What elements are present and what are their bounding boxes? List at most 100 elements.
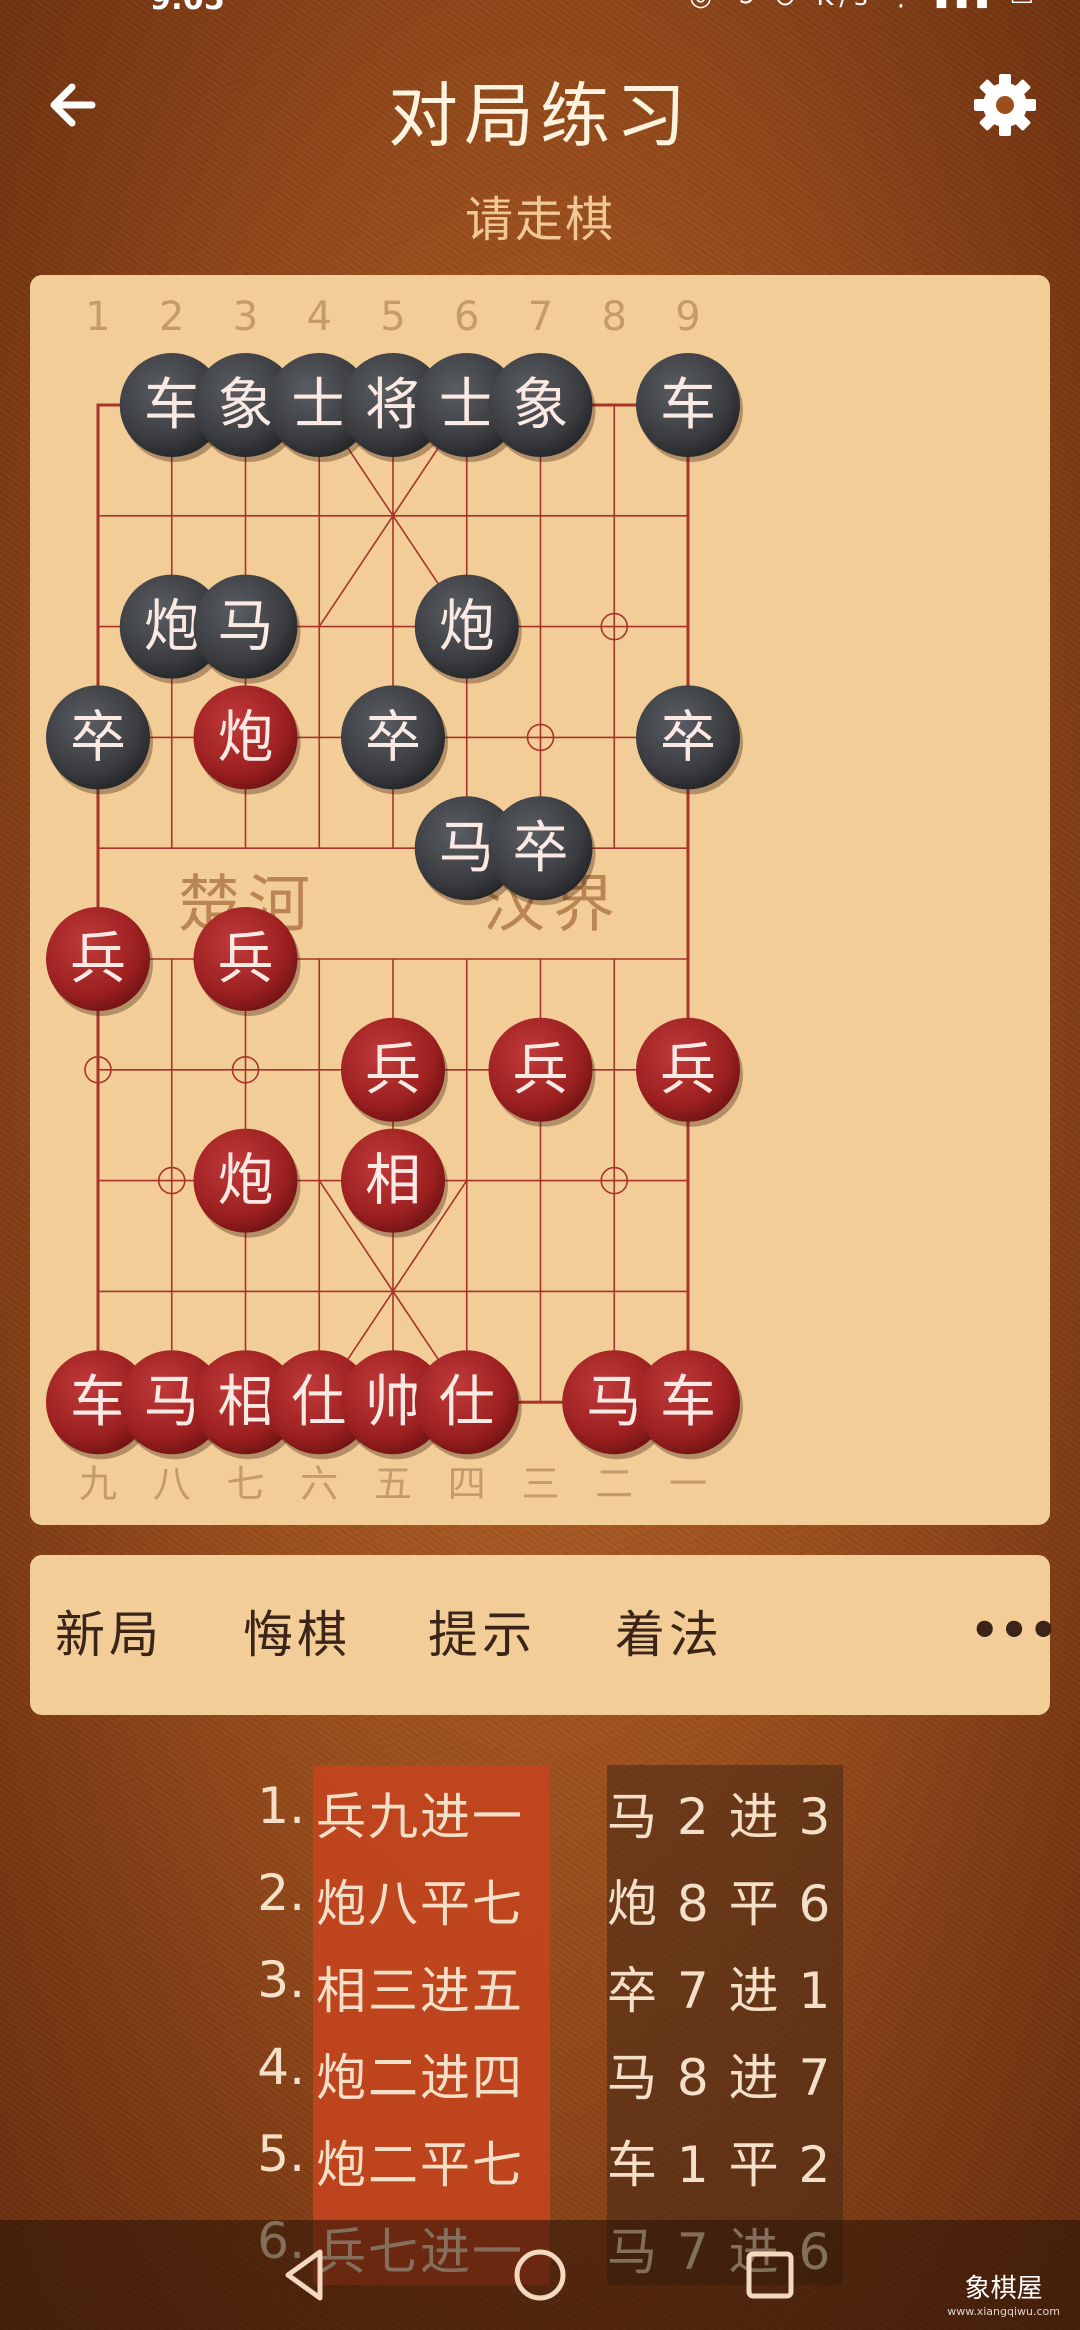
move-row[interactable]: 4. 炮二进四 马 8 进 7 [0,2026,1080,2113]
hint-button[interactable]: 提示 [428,1555,536,1715]
piece-label: 车 [660,1370,716,1435]
piece-label: 炮 [218,1149,274,1214]
piece-label: 炮 [144,595,200,660]
black-piece-炮[interactable]: 炮 [414,574,522,684]
move-number: 1. [257,1777,305,1835]
piece-label: 兵 [218,927,274,992]
red-piece-炮[interactable]: 炮 [193,685,301,795]
red-move[interactable]: 炮二进四 [316,2038,524,2110]
file-number-top: 1 [85,294,110,340]
move-number: 4. [257,2038,305,2096]
file-number-top: 2 [159,294,184,340]
file-number-top: 9 [675,294,700,340]
page-title: 对局练习 [388,75,692,157]
black-move[interactable]: 马 8 进 7 [607,2038,832,2110]
move-number: 5. [257,2125,305,2183]
file-number-bottom: 九 [79,1462,117,1506]
piece-label: 相 [218,1370,274,1435]
piece-label: 仕 [291,1370,347,1435]
red-piece-兵[interactable]: 兵 [488,1017,596,1127]
undo-button[interactable]: 悔棋 [243,1555,351,1715]
piece-label: 兵 [513,1038,569,1103]
status-bar: 9:05 ◎ ⟲ ⊙ K/s ⋮ ▮▮▮ ▭ [0,0,1080,20]
watermark-logo: 象棋屋 www.xiangqiwu.com [947,2268,1060,2318]
move-row[interactable]: 2. 炮八平七 炮 8 平 6 [0,1852,1080,1939]
piece-label: 车 [660,373,716,438]
file-number-top: 6 [454,294,479,340]
black-piece-卒[interactable]: 卒 [341,685,448,795]
red-piece-相[interactable]: 相 [341,1128,448,1238]
move-list[interactable]: 1. 兵九进一马 2 进 3 2. 炮八平七炮 8 平 6 3. 相三进五卒 7 进 14… [0,1765,1080,2285]
moves-button[interactable]: 着法 [615,1555,723,1715]
control-bar: 新局 悔棋 提示 着法 ••• [30,1555,1058,1715]
piece-label: 士 [439,373,495,438]
red-move[interactable]: 相三进五 [316,1951,524,2023]
piece-label: 兵 [660,1038,716,1103]
status-time: 9:05 [150,0,225,17]
more-button[interactable]: ••• [970,1555,1058,1715]
move-row[interactable]: 3. 相三进五 卒 7 进 1 [0,1939,1080,2026]
new-game-button[interactable]: 新局 [55,1555,163,1715]
black-piece-车[interactable]: 车 [636,353,743,462]
piece-label: 将 [365,373,421,438]
piece-label: 兵 [70,927,126,992]
piece-label: 象 [513,373,569,438]
settings-button[interactable] [970,70,1040,140]
black-move[interactable]: 炮 8 平 6 [607,1864,832,1936]
piece-label: 卒 [660,705,716,770]
red-move[interactable]: 炮八平七 [316,1864,524,1936]
system-nav-bar [0,2220,1080,2330]
red-move[interactable]: 炮二平七 [316,2125,524,2197]
piece-label: 帅 [365,1370,421,1435]
file-number-bottom: 五 [374,1462,412,1506]
piece-label: 卒 [513,816,569,881]
file-number-bottom: 四 [448,1462,486,1506]
piece-label: 车 [144,373,200,438]
status-icons: ◎ ⟲ ⊙ K/s ⋮ ▮▮▮ ▭ [689,0,1040,12]
black-move[interactable]: 马 2 进 3 [607,1777,832,1849]
piece-label: 象 [218,373,274,438]
piece-label: 车 [70,1370,126,1435]
file-number-top: 5 [380,294,405,340]
move-row[interactable]: 1. 兵九进一 马 2 进 3 [0,1765,1080,1852]
gear-icon [974,74,1036,136]
piece-label: 仕 [439,1370,495,1435]
file-number-top: 3 [233,294,258,340]
piece-label: 马 [218,595,274,660]
file-number-bottom: 二 [595,1462,633,1506]
red-piece-兵[interactable]: 兵 [46,907,153,1016]
file-number-bottom: 六 [300,1462,338,1506]
move-number: 2. [257,1864,305,1922]
nav-home-icon[interactable] [505,2240,575,2310]
file-number-top: 4 [307,294,332,340]
file-number-bottom: 一 [669,1462,707,1506]
file-number-bottom: 八 [153,1462,191,1506]
nav-back-icon[interactable] [270,2240,340,2310]
piece-label: 马 [144,1370,200,1435]
piece-label: 卒 [70,705,126,770]
piece-label: 炮 [218,705,274,770]
file-number-bottom: 七 [226,1462,264,1506]
watermark-text: 象棋屋 [964,2274,1043,2304]
red-piece-兵[interactable]: 兵 [341,1017,448,1127]
piece-label: 炮 [439,595,495,660]
piece-label: 马 [586,1370,642,1435]
black-move[interactable]: 卒 7 进 1 [607,1951,832,2023]
piece-label: 卒 [365,705,421,770]
black-piece-卒[interactable]: 卒 [636,685,743,795]
black-piece-卒[interactable]: 卒 [46,685,153,795]
red-move[interactable]: 兵九进一 [316,1777,524,1849]
piece-label: 士 [291,373,347,438]
chess-board[interactable]: 楚河汉界123456789九八七六五四三二一车象士将士象车炮马炮卒卒卒马卒炮兵兵… [30,275,1050,1525]
red-piece-兵[interactable]: 兵 [636,1017,743,1127]
black-move[interactable]: 车 1 平 2 [607,2125,832,2197]
move-row[interactable]: 5. 炮二平七 车 1 平 2 [0,2113,1080,2200]
file-number-bottom: 三 [521,1462,559,1506]
piece-label: 马 [439,816,495,881]
board-grid[interactable]: 楚河汉界123456789九八七六五四三二一车象士将士象车炮马炮卒卒卒马卒炮兵兵… [30,275,1050,1525]
red-piece-炮[interactable]: 炮 [193,1128,301,1238]
piece-label: 相 [365,1149,421,1214]
file-number-top: 8 [602,294,627,340]
nav-recents-icon[interactable] [735,2240,805,2310]
piece-label: 兵 [365,1038,421,1103]
